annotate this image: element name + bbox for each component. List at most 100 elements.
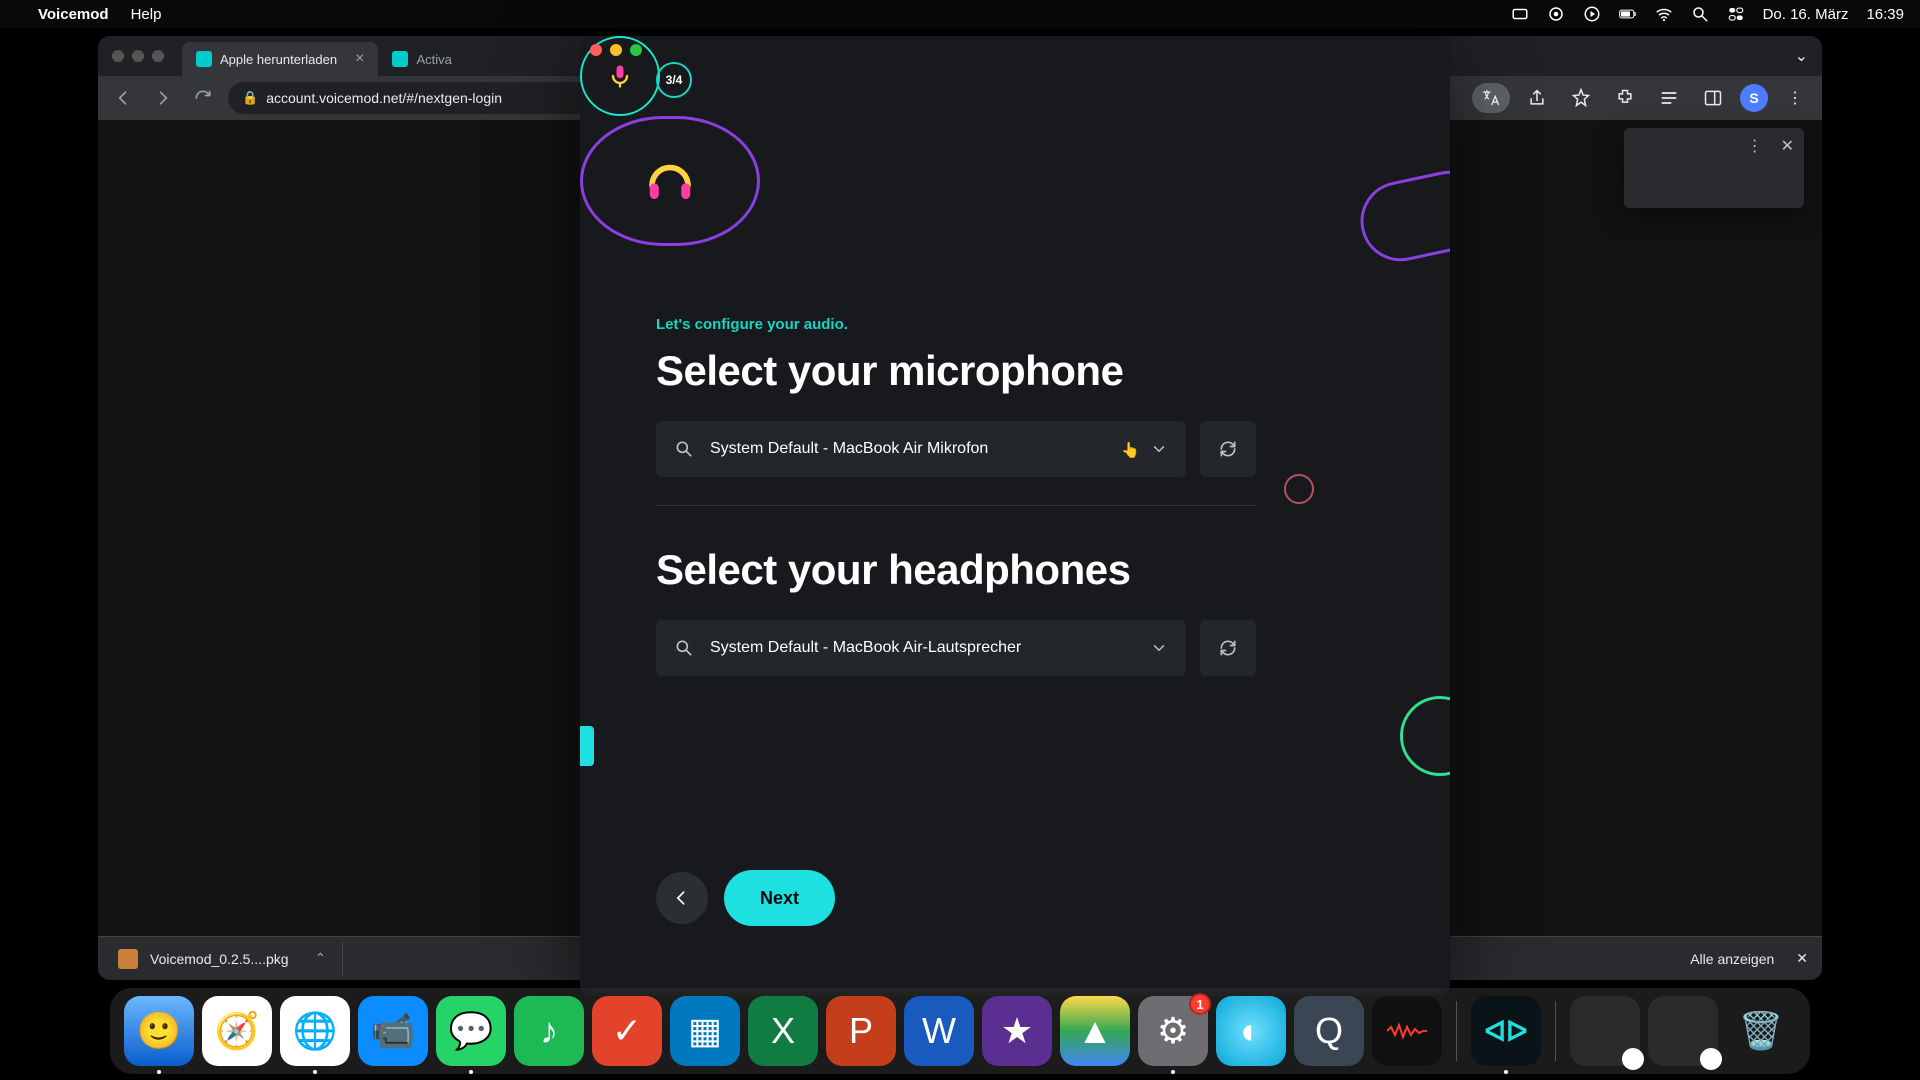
- back-button[interactable]: [656, 872, 708, 924]
- dock-quicktime[interactable]: Q: [1294, 996, 1364, 1066]
- browser-tab-2[interactable]: Activa: [378, 42, 465, 76]
- nav-forward-button[interactable]: [148, 83, 178, 113]
- window-zoom-button[interactable]: [630, 44, 642, 56]
- share-button[interactable]: [1520, 81, 1554, 115]
- tab-list-chevron-icon[interactable]: ⌄: [1795, 46, 1808, 66]
- find-in-page-popup[interactable]: ⋮ ✕: [1624, 128, 1804, 208]
- chevron-down-icon: [1150, 639, 1168, 657]
- dock-spotify[interactable]: ♪: [514, 996, 584, 1066]
- dock-voice-memos[interactable]: [1372, 996, 1442, 1066]
- dock-chrome[interactable]: 🌐: [280, 996, 350, 1066]
- menubar-date[interactable]: Do. 16. März: [1763, 6, 1849, 23]
- avatar-letter: S: [1749, 90, 1758, 106]
- download-filename: Voicemod_0.2.5....pkg: [150, 951, 289, 967]
- settings-badge: 1: [1189, 993, 1211, 1015]
- dock-powerpoint[interactable]: P: [826, 996, 896, 1066]
- download-chevron-icon[interactable]: ⌃: [315, 950, 327, 967]
- translate-button[interactable]: [1472, 83, 1510, 113]
- menubar-spotlight-icon[interactable]: [1691, 5, 1709, 23]
- package-icon: [118, 949, 138, 969]
- menubar-control-center-icon[interactable]: [1727, 5, 1745, 23]
- dock-minimized-window-2[interactable]: [1648, 996, 1718, 1066]
- dock-siri[interactable]: ◐: [1216, 996, 1286, 1066]
- dock-separator: [1456, 1001, 1457, 1061]
- refresh-icon: [1218, 439, 1238, 459]
- dock-separator: [1555, 1001, 1556, 1061]
- nav-reload-button[interactable]: [188, 83, 218, 113]
- menubar-app-name[interactable]: Voicemod: [38, 6, 109, 23]
- menubar-battery-icon[interactable]: [1619, 5, 1637, 23]
- microphone-refresh-button[interactable]: [1200, 421, 1256, 477]
- menubar-wifi-icon[interactable]: [1655, 5, 1673, 23]
- headphones-select[interactable]: System Default - MacBook Air-Lautspreche…: [656, 620, 1186, 676]
- address-url: account.voicemod.net/#/nextgen-login: [266, 90, 502, 106]
- refresh-icon: [1218, 638, 1238, 658]
- dock-trello[interactable]: ▦: [670, 996, 740, 1066]
- search-icon: [674, 439, 694, 459]
- chrome-badge-icon: [1700, 1048, 1722, 1070]
- extensions-button[interactable]: [1608, 81, 1642, 115]
- next-button[interactable]: Next: [724, 870, 835, 926]
- dock-voicemod[interactable]: ᐊᐅ: [1471, 996, 1541, 1066]
- chevron-down-icon: [1150, 440, 1168, 458]
- menubar-help[interactable]: Help: [131, 6, 162, 23]
- microphone-select[interactable]: System Default - MacBook Air Mikrofon 👆: [656, 421, 1186, 477]
- search-icon: [674, 638, 694, 658]
- download-item[interactable]: Voicemod_0.2.5....pkg ⌃: [112, 942, 343, 976]
- lock-icon: 🔒: [242, 90, 258, 106]
- step-text: 3/4: [666, 73, 683, 87]
- dock-finder[interactable]: 🙂: [124, 996, 194, 1066]
- eyebrow-text: Let's configure your audio.: [656, 316, 1256, 333]
- decorative-ring-icon: [1284, 474, 1314, 504]
- headphone-graphic-icon: [580, 116, 760, 246]
- menubar-language-icon[interactable]: [1511, 5, 1529, 23]
- window-minimize-button[interactable]: [610, 44, 622, 56]
- decorative-green-blob-icon: [1400, 696, 1450, 776]
- profile-avatar[interactable]: S: [1740, 84, 1768, 112]
- popup-close-button[interactable]: ✕: [1781, 136, 1794, 156]
- tab-close-button[interactable]: ×: [355, 50, 364, 68]
- dock-google-drive[interactable]: ▲: [1060, 996, 1130, 1066]
- voicemod-setup-window: 3/4 Let's configure your audio. Select y…: [580, 36, 1450, 996]
- section-divider: [656, 505, 1256, 506]
- dock-safari[interactable]: 🧭: [202, 996, 272, 1066]
- dock-zoom[interactable]: 📹: [358, 996, 428, 1066]
- close-downloads-bar-button[interactable]: ✕: [1796, 950, 1808, 967]
- dock-word[interactable]: W: [904, 996, 974, 1066]
- macos-menubar: Voicemod Help Do. 16. März 16:39: [0, 0, 1920, 28]
- sidepanel-button[interactable]: [1696, 81, 1730, 115]
- macos-dock: 🙂 🧭 🌐 📹 💬 ♪ ✓ ▦ X P W ★ ▲ ⚙1 ◐ Q ᐊᐅ 🗑️: [110, 988, 1810, 1074]
- menubar-right: Do. 16. März 16:39: [1511, 5, 1904, 23]
- app-traffic-lights[interactable]: [590, 44, 642, 56]
- window-close-button[interactable]: [590, 44, 602, 56]
- microphone-select-row: System Default - MacBook Air Mikrofon 👆: [656, 421, 1256, 477]
- menubar-time[interactable]: 16:39: [1866, 6, 1904, 23]
- next-label: Next: [760, 888, 799, 909]
- tab-favicon-icon: [392, 51, 408, 67]
- show-all-downloads-button[interactable]: Alle anzeigen: [1690, 951, 1774, 967]
- wizard-nav: Next: [656, 870, 835, 926]
- menubar-play-icon[interactable]: [1583, 5, 1601, 23]
- dock-imovie[interactable]: ★: [982, 996, 1052, 1066]
- arrow-left-icon: [672, 888, 692, 908]
- dock-todoist[interactable]: ✓: [592, 996, 662, 1066]
- bookmark-button[interactable]: [1564, 81, 1598, 115]
- dock-minimized-window-1[interactable]: [1570, 996, 1640, 1066]
- dock-whatsapp[interactable]: 💬: [436, 996, 506, 1066]
- menubar-record-icon[interactable]: [1547, 5, 1565, 23]
- popup-menu-icon[interactable]: ⋮: [1747, 136, 1763, 156]
- dock-settings[interactable]: ⚙1: [1138, 996, 1208, 1066]
- headphones-refresh-button[interactable]: [1200, 620, 1256, 676]
- nav-back-button[interactable]: [108, 83, 138, 113]
- headphones-select-row: System Default - MacBook Air-Lautspreche…: [656, 620, 1256, 676]
- chrome-menu-button[interactable]: ⋮: [1778, 81, 1812, 115]
- browser-tab-1[interactable]: Apple herunterladen ×: [182, 42, 378, 76]
- decorative-teal-block-icon: [580, 726, 594, 766]
- step-indicator: 3/4: [656, 62, 692, 98]
- dock-trash[interactable]: 🗑️: [1726, 996, 1796, 1066]
- decorative-blob-icon: [1353, 163, 1450, 268]
- browser-traffic-lights[interactable]: [112, 50, 164, 62]
- setup-content: Let's configure your audio. Select your …: [656, 316, 1256, 704]
- reading-list-button[interactable]: [1652, 81, 1686, 115]
- dock-excel[interactable]: X: [748, 996, 818, 1066]
